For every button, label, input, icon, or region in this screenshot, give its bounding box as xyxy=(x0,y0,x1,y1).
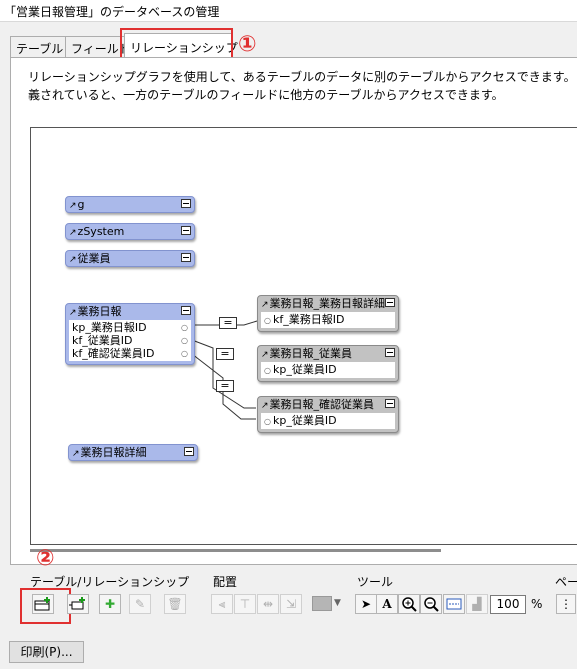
collapse-toggle-icon[interactable] xyxy=(181,226,191,235)
page-breaks-button[interactable] xyxy=(443,594,465,614)
duplicate-button[interactable]: ✚ xyxy=(99,594,121,614)
table-report-employee-occurrence[interactable]: ↗業務日報_従業員 ○ kp_従業員ID xyxy=(257,345,399,382)
add-table-button[interactable] xyxy=(32,594,54,614)
collapse-toggle-icon[interactable] xyxy=(184,447,194,456)
table-name: 業務日報_確認従業員 xyxy=(269,398,375,411)
table-name: 従業員 xyxy=(77,252,111,265)
pencil-icon: ✎ xyxy=(134,597,146,611)
collapse-toggle-icon[interactable] xyxy=(181,306,191,315)
align-left-icon: ⫷ xyxy=(218,596,226,611)
field-row[interactable]: ○ kf_業務日報ID xyxy=(264,313,392,327)
align-top-button[interactable]: ⊤ xyxy=(234,594,256,614)
relationship-operator-2[interactable]: = xyxy=(216,348,234,360)
zoom-out-button[interactable] xyxy=(420,594,442,614)
zoom-unit: % xyxy=(531,597,543,611)
pointer-icon: ➤ xyxy=(360,597,372,611)
field-dot-icon: ○ xyxy=(264,366,271,375)
arrow-icon: ↗ xyxy=(261,300,269,310)
field-row[interactable]: kf_確認従業員ID ○ xyxy=(72,347,188,360)
table-business-report-detail[interactable]: ↗業務日報詳細 xyxy=(68,444,198,461)
pointer-tool-button[interactable]: ➤ xyxy=(355,594,377,614)
page-setup-button[interactable]: ⋮ xyxy=(556,594,576,614)
add-relationship-button[interactable] xyxy=(67,594,89,614)
color-swatch[interactable] xyxy=(312,596,332,611)
group-label-tools: ツール xyxy=(357,575,394,589)
arrow-icon: ↗ xyxy=(69,228,77,238)
arrow-icon: ↗ xyxy=(261,350,269,360)
page-setup-icon: ⋮ xyxy=(560,597,572,611)
add-relationship-icon xyxy=(69,597,85,610)
group-label-arrange: 配置 xyxy=(213,575,238,589)
collapse-toggle-icon[interactable] xyxy=(385,348,395,357)
table-report-detail-occurrence[interactable]: ↗業務日報_業務日報詳細 ○ kf_業務日報ID xyxy=(257,295,399,332)
field-row[interactable]: ○ kp_従業員ID xyxy=(264,414,392,428)
field-dot-icon: ○ xyxy=(264,417,271,426)
field-row[interactable]: ○ kp_従業員ID xyxy=(264,363,392,377)
tab-fields[interactable]: フィールド xyxy=(65,36,131,58)
resize-button[interactable]: ⇲ xyxy=(280,594,302,614)
arrow-icon: ↗ xyxy=(69,308,77,318)
annotation-badge-2: ② xyxy=(36,546,55,571)
zoom-out-icon xyxy=(424,597,439,612)
relationship-operator-1[interactable]: = xyxy=(219,317,237,329)
arrow-icon: ↗ xyxy=(69,255,77,265)
table-name: g xyxy=(77,198,85,211)
text-tool-button[interactable]: A xyxy=(376,594,398,614)
zoom-input[interactable]: 100 xyxy=(490,595,526,614)
arrow-icon: ↗ xyxy=(69,201,77,211)
horizontal-scrollbar[interactable] xyxy=(30,549,441,552)
field-row[interactable]: kf_従業員ID ○ xyxy=(72,334,188,347)
table-business-report[interactable]: ↗業務日報 kp_業務日報ID ○ kf_従業員ID ○ kf_確認従業員ID ○ xyxy=(65,303,195,365)
table-name: zSystem xyxy=(77,225,125,238)
table-name: 業務日報詳細 xyxy=(80,446,147,459)
page-breaks-icon xyxy=(446,598,462,610)
field-dot-icon: ○ xyxy=(181,323,188,332)
table-name: 業務日報 xyxy=(77,305,122,318)
table-name: 業務日報_業務日報詳細 xyxy=(269,297,386,310)
distribute-horizontal-icon: ⇹ xyxy=(262,597,274,611)
edit-button[interactable]: ✎ xyxy=(129,594,151,614)
arrow-icon: ↗ xyxy=(261,401,269,411)
duplicate-icon: ✚ xyxy=(104,597,116,611)
fit-to-window-button[interactable]: ▟ xyxy=(466,594,488,614)
trash-icon: 🗑 xyxy=(167,597,183,611)
add-table-icon xyxy=(34,597,50,611)
zoom-in-button[interactable] xyxy=(398,594,420,614)
collapse-toggle-icon[interactable] xyxy=(181,253,191,262)
zoom-in-icon xyxy=(402,597,417,612)
arrow-icon: ↗ xyxy=(72,449,80,459)
color-dropdown-icon[interactable]: ▼ xyxy=(334,598,341,608)
description-line-2: 義されていると、一方のテーブルのフィールドに他方のテーブルからアクセスできます。 xyxy=(28,88,504,102)
field-dot-icon: ○ xyxy=(181,349,188,358)
delete-button[interactable]: 🗑 xyxy=(164,594,186,614)
table-zsystem[interactable]: ↗zSystem xyxy=(65,223,195,240)
table-name: 業務日報_従業員 xyxy=(269,347,353,360)
window-title: 「営業日報管理」のデータベースの管理 xyxy=(0,0,577,22)
description-line-1: リレーションシップグラフを使用して、あるテーブルのデータに別のテーブルからアクセ… xyxy=(28,70,577,84)
field-dot-icon: ○ xyxy=(264,316,271,325)
collapse-toggle-icon[interactable] xyxy=(181,199,191,208)
resize-icon: ⇲ xyxy=(285,597,297,611)
annotation-badge-1: ① xyxy=(238,32,257,57)
description: リレーションシップグラフを使用して、あるテーブルのデータに別のテーブルからアクセ… xyxy=(28,68,577,104)
table-employee[interactable]: ↗従業員 xyxy=(65,250,195,267)
field-row[interactable]: kp_業務日報ID ○ xyxy=(72,321,188,334)
table-report-confirm-employee-occurrence[interactable]: ↗業務日報_確認従業員 ○ kp_従業員ID xyxy=(257,396,399,433)
relationship-graph[interactable]: ↗g ↗zSystem ↗従業員 ↗業務日報 kp_業務日報ID ○ kf_従業員… xyxy=(30,127,577,545)
relationship-operator-3[interactable]: = xyxy=(216,380,234,392)
collapse-toggle-icon[interactable] xyxy=(385,399,395,408)
align-left-button[interactable]: ⫷ xyxy=(211,594,233,614)
align-top-icon: ⊤ xyxy=(239,597,251,611)
group-label-page: ペー xyxy=(555,575,577,589)
collapse-toggle-icon[interactable] xyxy=(385,298,395,307)
field-dot-icon: ○ xyxy=(181,336,188,345)
table-g[interactable]: ↗g xyxy=(65,196,195,213)
distribute-horizontal-button[interactable]: ⇹ xyxy=(257,594,279,614)
print-button[interactable]: 印刷(P)... xyxy=(9,641,84,663)
tab-tables[interactable]: テーブル xyxy=(10,36,66,58)
fit-icon: ▟ xyxy=(472,597,482,611)
